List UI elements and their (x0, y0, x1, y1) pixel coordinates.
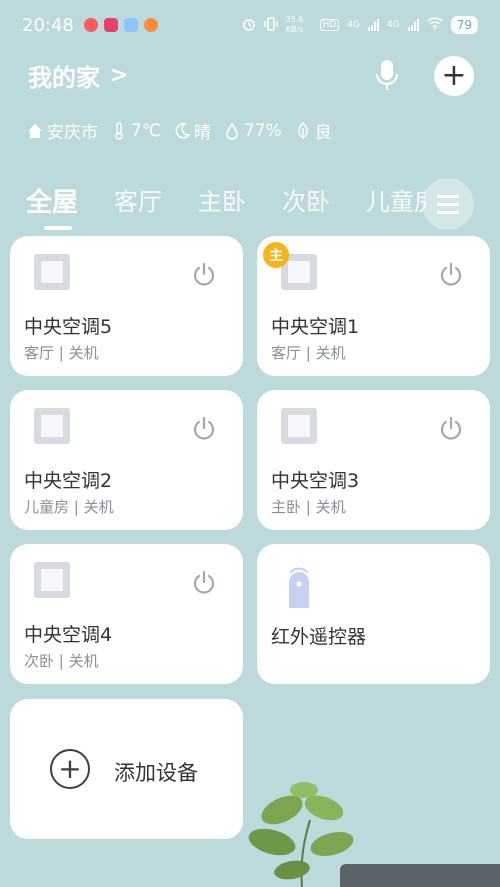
status-bar: 20:48 35.6 KB/s HD 4G 4G 79 (0, 0, 500, 50)
power-icon[interactable] (438, 416, 464, 442)
air-conditioner-icon (34, 408, 70, 444)
battery-indicator: 79 (450, 16, 478, 34)
condition-label: 晴 (193, 123, 211, 143)
tab-kids-room[interactable]: 儿童房 (366, 182, 426, 217)
microphone-icon (375, 60, 399, 90)
home-selector[interactable]: 我的家 > (28, 58, 128, 93)
master-badge: 主 (263, 242, 289, 268)
add-device-label: 添加设备 (114, 761, 198, 785)
plus-icon: + (441, 58, 467, 93)
vibrate-icon (263, 16, 278, 34)
device-card[interactable]: 中央空调5 客厅 | 关机 (10, 236, 243, 376)
hd-badge: HD (319, 19, 340, 31)
humidity-label: 77% (243, 120, 282, 141)
remote-control-icon (289, 567, 309, 608)
air-quality: 良 (294, 118, 332, 143)
thermometer-icon (115, 121, 123, 140)
air-quality-label: 良 (314, 123, 332, 143)
signal-icon (368, 19, 380, 31)
home-title: 我的家 (28, 64, 100, 92)
room-tabs: 全屋 客厅 主卧 次卧 儿童房 (26, 182, 426, 232)
device-name: 红外遥控器 (271, 626, 367, 648)
tab-all[interactable]: 全屋 (26, 182, 78, 230)
weather-bar: 安庆市 7℃ 晴 77% 良 (26, 118, 332, 143)
tab-second-bedroom[interactable]: 次卧 (282, 182, 330, 217)
device-card[interactable]: 红外遥控器 (257, 544, 490, 684)
device-status: 儿童房 | 关机 (24, 498, 114, 516)
device-name: 中央空调2 (24, 470, 113, 492)
device-card[interactable]: 主 中央空调1 客厅 | 关机 (257, 236, 490, 376)
net-speed: 35.6 KB/s (285, 15, 304, 34)
temperature: 7℃ (110, 121, 161, 141)
signal-icon (407, 19, 419, 31)
menu-icon (437, 194, 459, 198)
device-status: 主卧 | 关机 (271, 498, 346, 516)
device-status: 次卧 | 关机 (24, 652, 99, 670)
droplet-icon (226, 122, 238, 140)
leaf-icon (297, 121, 308, 139)
air-conditioner-icon (34, 254, 70, 290)
city-label: 安庆市 (47, 123, 98, 143)
status-indicators: 35.6 KB/s HD 4G 4G 79 (242, 15, 478, 35)
device-card[interactable]: 中央空调2 儿童房 | 关机 (10, 390, 243, 530)
device-card[interactable]: 中央空调3 主卧 | 关机 (257, 390, 490, 530)
app-notification-icon (123, 18, 138, 32)
device-status: 客厅 | 关机 (24, 344, 99, 362)
air-conditioner-icon (34, 562, 70, 598)
power-icon[interactable] (191, 416, 217, 442)
temperature-label: 7℃ (131, 120, 161, 141)
voice-button[interactable] (372, 58, 402, 94)
plus-circle-icon: + (50, 749, 90, 789)
location: 安庆市 (26, 118, 98, 143)
app-notification-icon (103, 18, 118, 32)
room-menu-button[interactable] (422, 178, 474, 230)
alarm-icon (242, 17, 256, 34)
device-name: 中央空调4 (24, 624, 113, 646)
condition: 晴 (173, 118, 211, 143)
air-conditioner-icon (281, 408, 317, 444)
device-name: 中央空调3 (271, 470, 360, 492)
humidity: 77% (223, 121, 282, 141)
tab-living-room[interactable]: 客厅 (114, 182, 162, 217)
chevron-right-icon: > (110, 63, 129, 88)
home-icon (28, 123, 42, 138)
power-icon[interactable] (438, 262, 464, 288)
add-button[interactable]: + (434, 56, 474, 96)
weibo-icon (143, 18, 158, 32)
network-type-1: 4G (347, 20, 361, 30)
device-name: 中央空调1 (271, 316, 360, 338)
app-notification-icon (83, 18, 98, 32)
tab-master-bedroom[interactable]: 主卧 (198, 182, 246, 217)
device-name: 中央空调5 (24, 316, 113, 338)
network-type-2: 4G (387, 20, 400, 30)
add-device-card[interactable]: + 添加设备 (10, 699, 243, 839)
wifi-icon (427, 17, 443, 33)
moon-icon (175, 122, 191, 139)
power-icon[interactable] (191, 570, 217, 596)
status-time: 20:48 (22, 14, 74, 36)
power-icon[interactable] (191, 262, 217, 288)
sofa-decoration (340, 864, 500, 887)
device-card[interactable]: 中央空调4 次卧 | 关机 (10, 544, 243, 684)
device-status: 客厅 | 关机 (271, 344, 346, 362)
